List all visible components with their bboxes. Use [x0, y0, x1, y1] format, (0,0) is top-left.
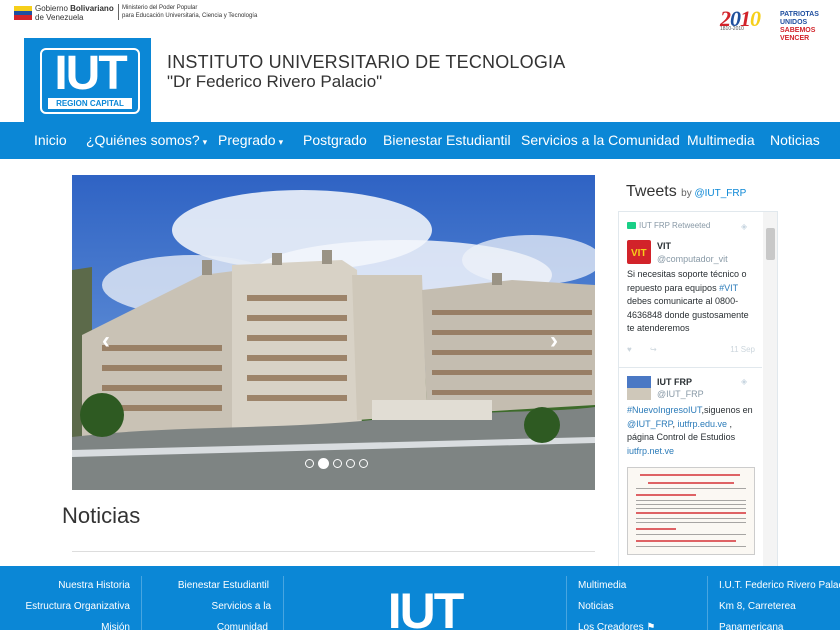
institution-name: INSTITUTO UNIVERSITARIO DE TECNOLOGIA [167, 52, 566, 72]
avatar-vit[interactable]: VIT [627, 240, 651, 264]
twitter-bird-icon: ◈ [741, 222, 748, 231]
url-link[interactable]: iutfrp.net.ve [627, 446, 674, 456]
footer-divider [141, 576, 142, 630]
hashtag-link[interactable]: #NuevoIngresoIUT [627, 405, 702, 415]
flag-icon: ⚑ [646, 622, 656, 633]
retweet-icon [627, 222, 636, 230]
tweet-attached-image[interactable] [627, 467, 755, 555]
footer-link-estructura[interactable]: Estructura Organizativa [26, 601, 131, 612]
iut-logo[interactable]: IUT REGION CAPITAL [24, 38, 151, 122]
footer-link-noticias[interactable]: Noticias [578, 601, 614, 612]
tweet-text: Si necesitas soporte técnico o repuesto … [627, 269, 749, 334]
footer-link-bienestar[interactable]: Bienestar Estudiantil [178, 580, 269, 591]
mention-link[interactable]: @IUT_FRP [627, 419, 672, 429]
nav-item-inicio[interactable]: Inicio [34, 122, 67, 159]
footer-link-multimedia[interactable]: Multimedia [578, 580, 626, 591]
main-navbar: Inicio ¿Quiénes somos? ▾ Pregrado ▾ Postgr… [0, 122, 840, 159]
footer-link-comunidad[interactable]: Comunidad [217, 622, 268, 633]
tweet-divider [619, 367, 762, 368]
campus-building-photo [72, 175, 595, 490]
tweets-heading: Tweets by @IUT_FRP [626, 183, 747, 200]
url-link[interactable]: iutfrp.edu.ve [678, 419, 728, 429]
gov-divider [118, 4, 119, 20]
tweet-date[interactable]: 11 Sep [730, 345, 755, 354]
nav-item-noticias[interactable]: Noticias [770, 122, 820, 159]
nav-item-pregrado[interactable]: Pregrado ▾ [218, 122, 283, 159]
hashtag-link[interactable]: #VIT [719, 283, 738, 293]
carousel-indicators [305, 455, 372, 470]
nav-item-servicios[interactable]: Servicios a la Comunidad [521, 122, 680, 159]
avatar-iut-frp[interactable] [627, 376, 651, 400]
svg-text:VIT: VIT [631, 248, 647, 259]
government-label: Gobierno Bolivariano de Venezuela [35, 4, 114, 22]
government-bar: Gobierno Bolivariano de Venezuela Minist… [0, 0, 840, 42]
carousel-next-icon[interactable]: › [550, 327, 558, 355]
news-heading: Noticias [62, 503, 141, 528]
ministry-label: Ministerio del Poder Popular para Educac… [122, 5, 258, 19]
tweet-author-handle[interactable]: @IUT_FRP [657, 389, 704, 399]
share-icon[interactable]: ↪ [650, 345, 657, 354]
footer-divider [566, 576, 567, 630]
tweet-actions: ♥ ↪ 11 Sep [627, 345, 755, 354]
tweet-author-handle[interactable]: @computador_vit [657, 254, 728, 264]
image-carousel[interactable]: ‹ › [72, 175, 595, 490]
footer-link-historia[interactable]: Nuestra Historia [58, 580, 130, 591]
nav-item-bienestar[interactable]: Bienestar Estudiantil [383, 122, 511, 159]
footer-link-creadores[interactable]: Los Creadores ⚑ [578, 622, 655, 633]
footer-iut-logo[interactable]: IUT [374, 586, 476, 630]
twitter-handle-link[interactable]: @IUT_FRP [694, 188, 746, 199]
timeline-scrollbar[interactable] [763, 212, 777, 567]
carousel-prev-icon[interactable]: ‹ [102, 327, 110, 355]
footer-divider [283, 576, 284, 630]
twitter-bird-icon: ◈ [741, 377, 748, 386]
footer-address: Km 8, Carreterea [719, 601, 796, 612]
footer-link-servicios[interactable]: Servicios a la [212, 601, 271, 612]
tweet-author-name[interactable]: VIT [657, 241, 671, 251]
venezuela-flag-icon [14, 6, 32, 20]
retweet-label: IUT FRP Retweeted [627, 221, 710, 230]
footer-address: I.U.T. Federico Rivero Palacio, [719, 580, 840, 591]
site-footer: Nuestra Historia Estructura Organizativa… [0, 566, 840, 633]
twitter-timeline[interactable]: IUT FRP Retweeted ◈ VIT VIT @computador_… [618, 211, 778, 568]
nav-item-multimedia[interactable]: Multimedia [687, 122, 755, 159]
chevron-down-icon: ▾ [278, 137, 284, 147]
scrollbar-thumb[interactable] [766, 228, 775, 260]
heart-icon[interactable]: ♥ [627, 345, 632, 354]
news-divider [72, 551, 595, 552]
nav-item-postgrado[interactable]: Postgrado [303, 122, 367, 159]
chevron-down-icon: ▾ [202, 137, 208, 147]
tweet-text: #NuevoIngresoIUT,siguenos en @IUT_FRP, i… [627, 405, 753, 456]
nav-item-quienes-somos[interactable]: ¿Quiénes somos? ▾ [86, 122, 207, 159]
institution-subtitle: "Dr Federico Rivero Palacio" [167, 72, 383, 91]
bicentenario-logo: 2010 1810-2010 PATRIOTAS UNIDOS SABEMOS V… [720, 6, 819, 42]
footer-divider [707, 576, 708, 630]
footer-link-mision[interactable]: Misión [101, 622, 130, 633]
footer-address: Panamericana [719, 622, 784, 633]
tweet-author-name[interactable]: IUT FRP [657, 377, 692, 387]
